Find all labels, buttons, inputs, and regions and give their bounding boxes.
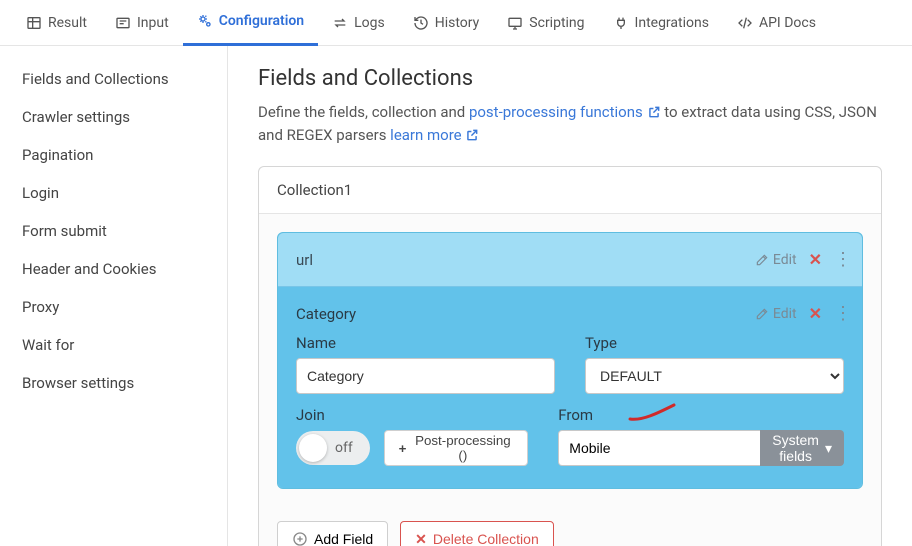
tab-label: Logs <box>354 15 385 31</box>
join-toggle[interactable]: off <box>296 431 370 465</box>
tab-label: Scripting <box>529 15 584 31</box>
remove-button[interactable]: ✕ <box>809 250 822 269</box>
from-input[interactable] <box>558 430 760 466</box>
delete-label: Delete Collection <box>433 531 539 546</box>
sidebar-item-crawler-settings[interactable]: Crawler settings <box>0 98 227 136</box>
system-fields-button[interactable]: System fields ▾ <box>760 430 844 466</box>
tab-integrations[interactable]: Integrations <box>599 0 723 46</box>
delete-collection-button[interactable]: ✕ Delete Collection <box>400 521 554 546</box>
page-description: Define the fields, collection and post-p… <box>258 101 882 146</box>
toggle-label: off <box>335 440 353 456</box>
tab-label: Configuration <box>219 13 304 29</box>
add-field-button[interactable]: Add Field <box>277 521 388 546</box>
tab-label: History <box>435 15 480 31</box>
link-text: learn more <box>390 126 461 144</box>
tab-label: API Docs <box>759 15 816 31</box>
sidebar-item-proxy[interactable]: Proxy <box>0 288 227 326</box>
sys-label: System fields <box>772 432 819 464</box>
type-select[interactable]: DEFAULT <box>585 358 844 394</box>
code-icon <box>737 15 753 31</box>
type-label: Type <box>585 334 844 352</box>
sidebar-item-wait-for[interactable]: Wait for <box>0 326 227 364</box>
add-field-label: Add Field <box>314 531 373 546</box>
field-title: Category <box>296 305 356 323</box>
scripting-icon <box>507 15 523 31</box>
field-title: url <box>296 251 313 269</box>
main: Fields and Collections Crawler settings … <box>0 46 912 546</box>
tab-result[interactable]: Result <box>12 0 101 46</box>
edit-button[interactable]: Edit <box>755 252 797 268</box>
sidebar-item-form-submit[interactable]: Form submit <box>0 212 227 250</box>
edit-label: Edit <box>773 252 797 268</box>
field-actions: Edit ✕ ⋮ <box>755 303 844 324</box>
name-input[interactable] <box>296 358 555 394</box>
toggle-knob <box>299 434 327 462</box>
field-category-expanded: Category Edit ✕ ⋮ Name <box>278 287 862 488</box>
field-block: url Edit ✕ ⋮ Category <box>277 232 863 489</box>
tab-label: Input <box>137 15 169 31</box>
tab-history[interactable]: History <box>399 0 494 46</box>
gears-icon <box>197 13 213 29</box>
caret-down-icon: ▾ <box>825 440 832 457</box>
collection-panel: Collection1 url Edit ✕ ⋮ Categ <box>258 166 882 546</box>
collection-name[interactable]: Collection1 <box>259 167 881 214</box>
page-title: Fields and Collections <box>258 66 882 91</box>
sidebar-item-browser-settings[interactable]: Browser settings <box>0 364 227 402</box>
sidebar-item-header-cookies[interactable]: Header and Cookies <box>0 250 227 288</box>
plus-circle-icon <box>292 531 308 546</box>
desc-text: Define the fields, collection and <box>258 103 469 121</box>
sidebar-item-fields-collections[interactable]: Fields and Collections <box>0 60 227 98</box>
table-icon <box>26 15 42 31</box>
field-actions: Edit ✕ ⋮ <box>755 249 844 270</box>
tab-configuration[interactable]: Configuration <box>183 0 318 46</box>
sidebar-item-pagination[interactable]: Pagination <box>0 136 227 174</box>
post-processing-link[interactable]: post-processing functions <box>469 103 664 121</box>
post-processing-button[interactable]: + Post-processing () <box>384 430 529 466</box>
external-link-icon <box>647 105 661 119</box>
transfer-icon <box>332 15 348 31</box>
pp-label: Post-processing () <box>412 433 513 463</box>
kebab-menu[interactable]: ⋮ <box>834 303 844 324</box>
edit-button[interactable]: Edit <box>755 306 797 322</box>
collection-actions: Add Field ✕ Delete Collection <box>259 507 881 546</box>
tab-api-docs[interactable]: API Docs <box>723 0 830 46</box>
tab-input[interactable]: Input <box>101 0 183 46</box>
external-link-icon <box>465 128 479 142</box>
remove-button[interactable]: ✕ <box>809 304 822 323</box>
input-icon <box>115 15 131 31</box>
learn-more-link[interactable]: learn more <box>390 126 479 144</box>
sidebar: Fields and Collections Crawler settings … <box>0 46 228 546</box>
kebab-menu[interactable]: ⋮ <box>834 249 844 270</box>
name-label: Name <box>296 334 555 352</box>
plus-icon: + <box>399 441 407 456</box>
top-nav: Result Input Configuration Logs History … <box>0 0 912 46</box>
join-label: Join <box>296 406 528 424</box>
tab-scripting[interactable]: Scripting <box>493 0 598 46</box>
edit-icon <box>755 253 769 267</box>
tab-logs[interactable]: Logs <box>318 0 399 46</box>
tab-label: Result <box>48 15 87 31</box>
sidebar-item-login[interactable]: Login <box>0 174 227 212</box>
link-text: post-processing functions <box>469 103 643 121</box>
edit-icon <box>755 307 769 321</box>
history-icon <box>413 15 429 31</box>
edit-label: Edit <box>773 306 797 322</box>
plug-icon <box>613 15 629 31</box>
close-icon: ✕ <box>415 531 427 546</box>
field-url-row[interactable]: url Edit ✕ ⋮ <box>278 233 862 287</box>
tab-label: Integrations <box>635 15 709 31</box>
from-label: From <box>558 406 844 424</box>
content: Fields and Collections Define the fields… <box>228 46 912 546</box>
